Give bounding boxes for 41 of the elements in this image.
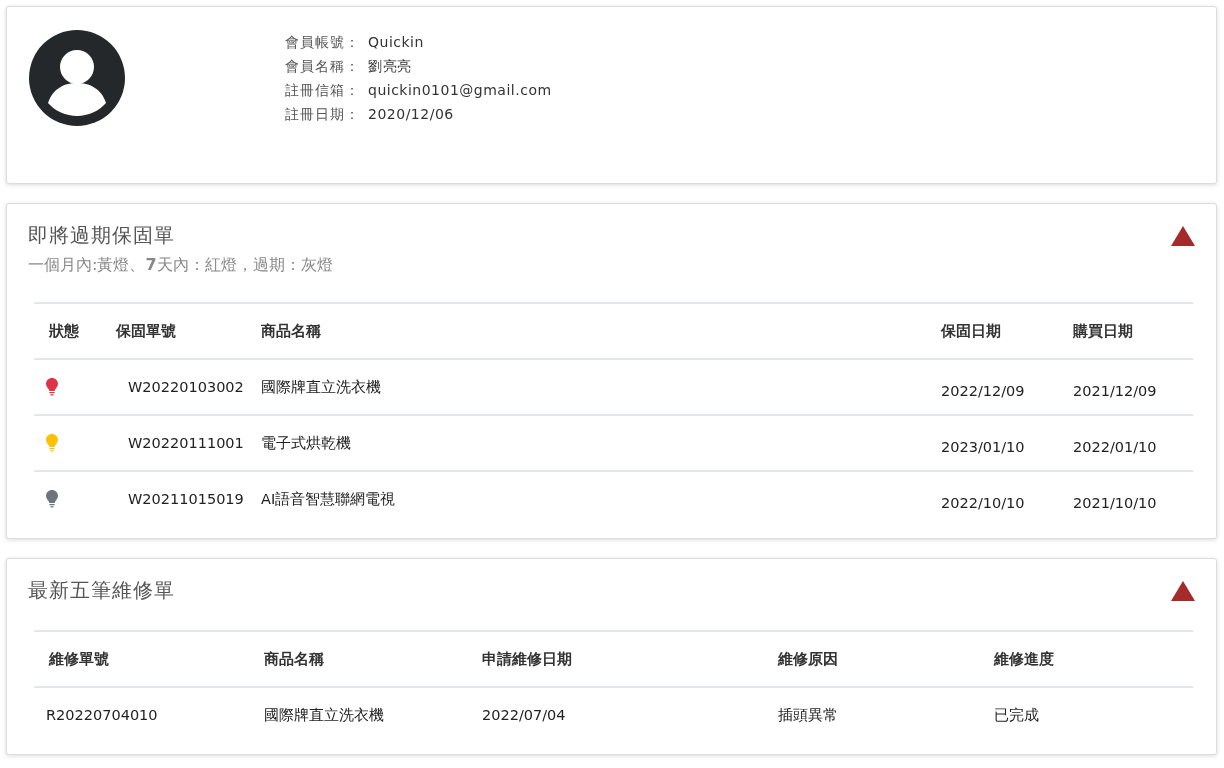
column-header: 維修原因 bbox=[778, 649, 838, 669]
legend-text: 一個月內:黃燈、7天內：紅燈，過期：灰燈 bbox=[28, 255, 333, 276]
section-title: 最新五筆維修單 bbox=[28, 577, 175, 604]
table-cell-text: 2022/07/04 bbox=[482, 707, 567, 723]
table-cell-text: 國際牌直立洗衣機 bbox=[261, 377, 382, 397]
column-header: 商品名稱 bbox=[264, 649, 325, 669]
table-cell-text: AI語音智慧聯網電視 bbox=[261, 489, 397, 509]
table-cell: 插頭異常 bbox=[778, 705, 838, 725]
field-label: 註冊信箱： bbox=[285, 82, 360, 100]
field-value: 劉亮亮 bbox=[368, 58, 412, 76]
table-cell-text: W20211015019 bbox=[127, 491, 245, 507]
table-cell-text: 2023/01/10 bbox=[941, 438, 1026, 455]
collapse-icon[interactable] bbox=[1171, 581, 1195, 601]
avatar-icon bbox=[29, 30, 125, 126]
column-header: 保固單號 bbox=[116, 321, 177, 341]
table-cell-text: 2021/12/09 bbox=[1073, 382, 1158, 399]
table-cell-text: 2021/10/10 bbox=[1073, 494, 1158, 511]
field-label: 會員名稱： bbox=[285, 58, 360, 76]
field-value: 2020/12/06 bbox=[368, 106, 454, 124]
column-header: 保固日期 bbox=[941, 321, 1002, 341]
column-header: 狀態 bbox=[48, 321, 80, 341]
field-value: Quickin bbox=[368, 34, 424, 52]
column-header: 維修單號 bbox=[47, 649, 110, 669]
table-cell-text: 2022/10/10 bbox=[941, 494, 1026, 511]
section-title: 即將過期保固單 bbox=[28, 222, 176, 249]
table-cell-text: R20220704010 bbox=[46, 707, 159, 723]
table-cell-text: W20220111001 bbox=[127, 435, 245, 451]
collapse-icon[interactable] bbox=[1171, 226, 1195, 246]
column-header: 購買日期 bbox=[1073, 321, 1134, 341]
field-value: quickin0101@gmail.com bbox=[368, 82, 552, 100]
column-header: 商品名稱 bbox=[261, 321, 322, 341]
table-cell-text: 國際牌直立洗衣機 bbox=[264, 705, 385, 725]
table-cell-text: 2022/01/10 bbox=[1073, 438, 1158, 455]
table-cell-text: 2022/12/09 bbox=[941, 382, 1026, 399]
table-cell-text: 電子式烘乾機 bbox=[261, 433, 352, 453]
column-header: 申請維修日期 bbox=[482, 649, 573, 669]
column-header: 維修進度 bbox=[994, 649, 1054, 669]
field-label: 會員帳號： bbox=[285, 34, 360, 52]
table-cell-text: W20220103002 bbox=[127, 379, 245, 395]
table-cell: 已完成 bbox=[994, 705, 1039, 725]
field-label: 註冊日期： bbox=[285, 106, 360, 124]
